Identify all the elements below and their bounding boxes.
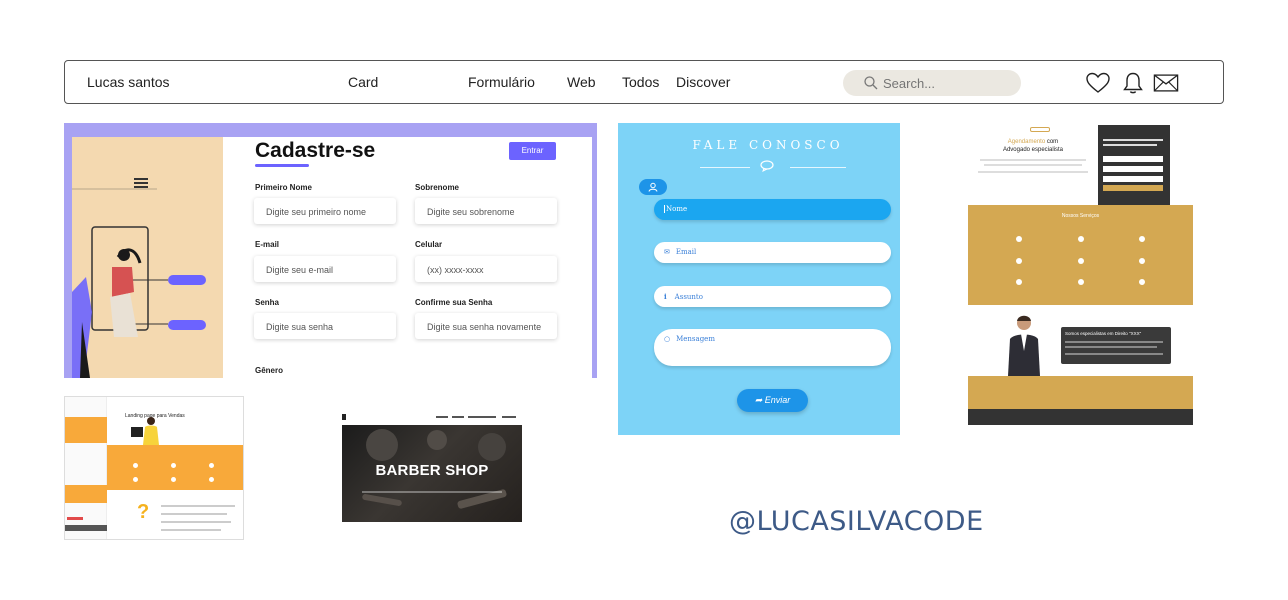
service-dot-icon [1016,279,1022,285]
nav-link-discover[interactable]: Discover [676,74,730,90]
service-dot-icon [1139,279,1145,285]
contact-form-preview[interactable]: FALE CONOSCO Nome ✉ Email i Assunto ○ Mensa… [618,123,900,435]
law-specialists-title: Somos especialistas em Direito "XXX" [1065,331,1142,336]
law-landing-preview[interactable]: Agendamento com Advogado especialista No… [968,125,1193,425]
message-field[interactable]: ○ Mensagem [654,329,891,366]
search-icon [864,76,878,90]
send-arrow-icon: ➦ [754,395,765,405]
service-dot-icon [1016,236,1022,242]
lawyer-photo-icon [1008,315,1040,376]
envelope-icon: ✉ [664,248,670,256]
contact-title: FALE CONOSCO [692,138,844,152]
law-hero-left: Agendamento com Advogado especialista [968,125,1098,205]
law-services-title: Nossos Serviços [1061,213,1100,219]
law-hero-accent: Agendamento [1007,139,1046,145]
password-label: Senha [255,298,280,307]
law-hero-line2: Advogado especialista [1002,147,1064,153]
law-form-submit[interactable] [1103,185,1163,191]
email-placeholder: Email [675,248,697,256]
bell-icon[interactable] [1120,71,1146,95]
phone-label: Celular [415,240,443,249]
barber-nav-item[interactable] [502,416,516,418]
phone-field[interactable]: (xx) xxxx-xxxx [415,256,557,282]
law-specialists-box: Somos especialistas em Direito "XXX" [1061,327,1171,364]
user-icon [648,182,658,192]
landing-benefits [107,445,243,490]
email-field[interactable]: Digite seu e-mail [254,256,396,282]
message-placeholder: Mensagem [676,335,715,343]
email-field[interactable]: ✉ Email [654,242,891,263]
law-form-field[interactable] [1103,166,1163,172]
barber-nav-item[interactable] [436,416,448,418]
mail-icon[interactable] [1153,71,1179,95]
service-dot-icon [1078,279,1084,285]
confirm-password-label: Confirme sua Senha [415,298,493,307]
nav-link-todos[interactable]: Todos [622,74,659,90]
barber-shop-preview[interactable]: BARBER SHOP [342,412,522,522]
user-badge [639,179,667,195]
send-button[interactable]: ➦ Enviar [737,389,808,412]
law-hero-rest: com [1046,139,1059,145]
title-underline [255,164,309,167]
title-divider-left [700,167,750,168]
law-form-field[interactable] [1103,176,1163,182]
gender-label: Gênero [255,366,284,375]
send-label: Enviar [764,395,791,405]
law-footer [968,409,1193,425]
signup-title: Cadastre-se [255,139,376,162]
title-divider-right [790,167,846,168]
heart-icon[interactable] [1085,71,1111,95]
last-name-field[interactable]: Digite seu sobrenome [415,198,557,224]
law-services-section: Nossos Serviços [968,205,1193,305]
nav-link-card[interactable]: Card [348,74,378,90]
service-dot-icon [1016,258,1022,264]
woman-laptop-photo-icon [131,417,159,445]
question-mark-icon: ? [137,501,150,523]
chat-bubbles-icon [760,160,774,172]
barber-nav-item[interactable] [468,416,496,418]
brand-name[interactable]: Lucas santos [87,74,170,90]
law-footer-info [968,376,1193,409]
first-name-label: Primeiro Nome [255,183,312,192]
first-name-field[interactable]: Digite seu primeiro nome [254,198,396,224]
law-logo [1030,127,1050,132]
password-field[interactable]: Digite sua senha [254,313,396,339]
entrar-button[interactable]: Entrar [509,142,556,160]
landing-sidebar [65,397,107,539]
law-form-field[interactable] [1103,156,1163,162]
law-form-panel [1098,125,1170,205]
service-dot-icon [1139,236,1145,242]
nav-link-formulario[interactable]: Formulário [468,74,535,90]
name-placeholder: Nome [664,205,688,213]
barber-nav-item[interactable] [452,416,464,418]
sales-landing-preview[interactable]: Landing page para Vendas ? [64,396,244,540]
social-handle[interactable]: @LUCASILVACODE [729,506,984,537]
law-specialists-section: Somos especialistas em Direito "XXX" [968,305,1193,376]
subject-field[interactable]: i Assunto [654,286,891,307]
subject-placeholder: Assunto [674,293,703,301]
confirm-password-field[interactable]: Digite sua senha novamente [415,313,557,339]
top-navbar: Lucas santos Card Formulário Web Todos D… [64,60,1224,104]
email-label: E-mail [255,240,280,249]
nav-link-web[interactable]: Web [567,74,596,90]
name-field[interactable]: Nome [654,199,891,220]
service-dot-icon [1078,236,1084,242]
barber-logo [342,414,346,420]
signup-form-preview[interactable]: Cadastre-se Entrar Primeiro Nome Digite … [64,123,597,378]
service-dot-icon [1139,258,1145,264]
barber-title: BARBER SHOP [375,462,489,479]
comment-icon: ○ [664,335,671,343]
info-icon: i [664,292,667,301]
last-name-label: Sobrenome [415,183,460,192]
service-dot-icon [1078,258,1084,264]
